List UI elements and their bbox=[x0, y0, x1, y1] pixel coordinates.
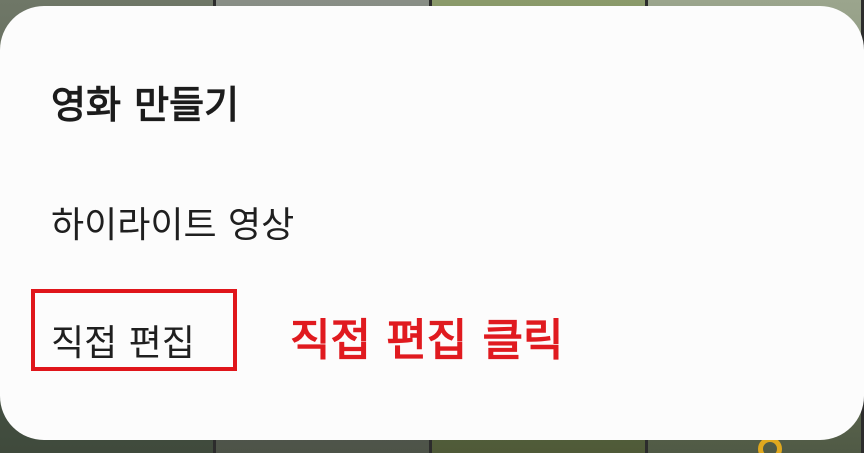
dialog-title: 영화 만들기 bbox=[51, 83, 240, 127]
annotation-highlight-box bbox=[31, 289, 237, 371]
screen: 영화 만들기 하이라이트 영상 직접 편집 직접 편집 클릭 bbox=[0, 0, 864, 453]
make-movie-dialog: 영화 만들기 하이라이트 영상 직접 편집 bbox=[0, 6, 864, 440]
menu-item-highlight-video[interactable]: 하이라이트 영상 bbox=[51, 196, 294, 248]
annotation-label: 직접 편집 클릭 bbox=[290, 315, 564, 366]
